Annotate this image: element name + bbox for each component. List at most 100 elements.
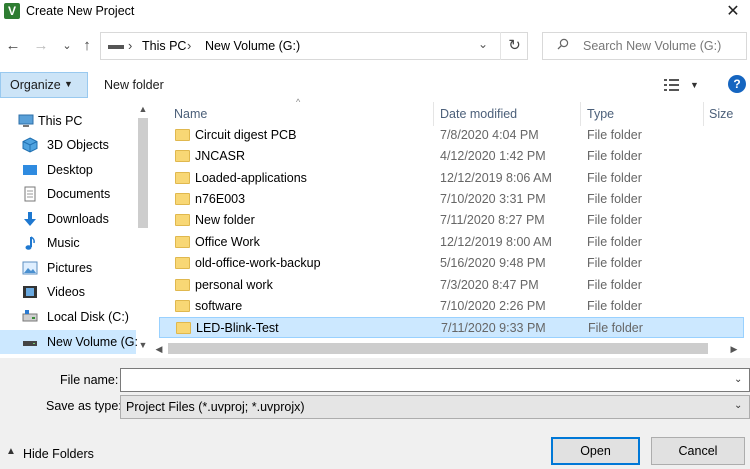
file-type: File folder [587,192,642,206]
file-type: File folder [587,278,642,292]
sidebar-item-label: New Volume (G: [47,335,139,349]
sidebar-item-pictures[interactable]: Pictures [0,256,136,280]
file-type: File folder [587,128,642,142]
back-arrow-icon[interactable]: ← [4,36,22,56]
date-modified: 5/16/2020 9:48 PM [440,256,546,270]
list-item[interactable]: JNCASR 4/12/2020 1:42 PM File folder [159,146,744,167]
date-modified: 7/10/2020 3:31 PM [440,192,546,206]
breadcrumb-new-volume[interactable]: New Volume (G:) [205,39,300,53]
date-modified: 7/11/2020 9:33 PM [441,321,546,335]
sidebar-item-music[interactable]: Music [0,231,136,255]
up-arrow-icon[interactable]: ↑ [78,36,96,56]
folder-icon [175,257,190,269]
drive-icon [22,334,38,350]
sort-ascending-icon: ^ [296,97,301,107]
folder-icon [175,300,190,312]
column-header-date-modified[interactable]: Date modified [440,107,517,121]
file-name: Office Work [195,235,260,249]
close-icon[interactable]: ✕ [716,0,750,24]
sidebar-item-label: This PC [38,114,83,128]
videos-icon [22,284,38,300]
app-icon: V [4,3,20,19]
sidebar-item-label: Pictures [47,261,93,275]
hide-folders-button[interactable]: Hide Folders [23,447,94,461]
list-item[interactable]: Loaded-applications 12/12/2019 8:06 AM F… [159,168,744,189]
cube-icon [22,137,38,153]
list-item[interactable]: personal work 7/3/2020 8:47 PM File fold… [159,275,744,296]
list-item-selected[interactable]: LED-Blink-Test 7/11/2020 9:33 PM File fo… [159,317,744,338]
sidebar-item-this-pc[interactable]: This PC [0,109,136,133]
file-name-input[interactable] [120,368,750,392]
sidebar-item-label: 3D Objects [47,138,109,152]
folder-icon [175,129,190,141]
file-type: File folder [587,256,642,270]
chevron-up-icon[interactable]: ▲ [6,446,16,457]
sidebar-item-label: Local Disk (C:) [47,310,129,324]
recent-locations-icon[interactable]: ⌄ [58,36,76,56]
address-dropdown-icon[interactable]: ⌄ [478,37,488,51]
folder-icon [175,279,190,291]
list-item[interactable]: software 7/10/2020 2:26 PM File folder [159,296,744,317]
list-item[interactable]: old-office-work-backup 5/16/2020 9:48 PM… [159,253,744,274]
sidebar-item-label: Videos [47,285,85,299]
view-options-icon[interactable] [664,78,680,92]
open-button[interactable]: Open [551,437,640,465]
forward-arrow-icon[interactable]: → [32,36,50,56]
scroll-down-icon[interactable]: ▼ [136,340,150,354]
refresh-icon[interactable]: ↻ [500,32,528,60]
file-name: JNCASR [195,149,246,163]
new-folder-button[interactable]: New folder [104,78,164,92]
folder-icon [175,193,190,205]
breadcrumb-separator-icon: › [128,38,133,53]
file-name: New folder [195,213,255,227]
list-item[interactable]: New folder 7/11/2020 8:27 PM File folder [159,210,744,231]
scroll-up-icon[interactable]: ▲ [136,104,150,118]
sidebar-item-local-disk[interactable]: Local Disk (C:) [0,305,136,329]
file-name: old-office-work-backup [195,256,321,270]
file-type: File folder [587,171,642,185]
breadcrumb-this-pc[interactable]: This PC [142,39,186,53]
date-modified: 7/10/2020 2:26 PM [440,299,546,313]
cancel-button[interactable]: Cancel [651,437,745,465]
scroll-right-icon[interactable]: ▶ [727,342,741,356]
column-divider[interactable] [433,102,434,126]
column-header-type[interactable]: Type [587,107,614,121]
caret-down-icon[interactable]: ▼ [690,80,699,90]
search-input[interactable]: Search New Volume (G:) [583,39,721,53]
file-name: Loaded-applications [195,171,307,185]
save-as-type-label: Save as type: [46,399,122,413]
file-type: File folder [587,235,642,249]
pc-icon [18,113,34,129]
window-title: Create New Project [26,4,135,18]
sidebar-item-label: Downloads [47,212,109,226]
folder-icon [175,172,190,184]
scroll-left-icon[interactable]: ◀ [152,342,166,356]
sidebar-item-3d-objects[interactable]: 3D Objects [0,133,136,157]
list-item[interactable]: n76E003 7/10/2020 3:31 PM File folder [159,189,744,210]
sidebar-item-videos[interactable]: Videos [0,280,136,304]
sidebar-item-documents[interactable]: Documents [0,182,136,206]
column-header-size[interactable]: Size [709,107,733,121]
drive-icon [108,45,124,49]
column-header-name[interactable]: Name [174,107,207,121]
nav-scrollbar-thumb[interactable] [138,118,148,228]
list-item[interactable]: Circuit digest PCB 7/8/2020 4:04 PM File… [159,125,744,146]
sidebar-item-label: Documents [47,187,111,201]
caret-down-icon: ▼ [64,79,73,89]
help-icon[interactable]: ? [728,75,746,93]
column-divider[interactable] [580,102,581,126]
sidebar-item-desktop[interactable]: Desktop [0,158,136,182]
folder-icon [175,214,190,226]
drive-icon [22,309,38,325]
file-name: personal work [195,278,273,292]
horizontal-scrollbar-thumb[interactable] [168,343,708,354]
chevron-down-icon[interactable]: ⌄ [734,400,742,411]
organize-label: Organize [10,78,61,92]
sidebar-item-new-volume[interactable]: New Volume (G: [0,330,139,354]
app-icon-letter: V [7,4,16,18]
column-divider[interactable] [703,102,704,126]
sidebar-item-downloads[interactable]: Downloads [0,207,136,231]
desktop-icon [22,162,38,178]
chevron-down-icon[interactable]: ⌄ [734,374,742,385]
list-item[interactable]: Office Work 12/12/2019 8:00 AM File fold… [159,232,744,253]
